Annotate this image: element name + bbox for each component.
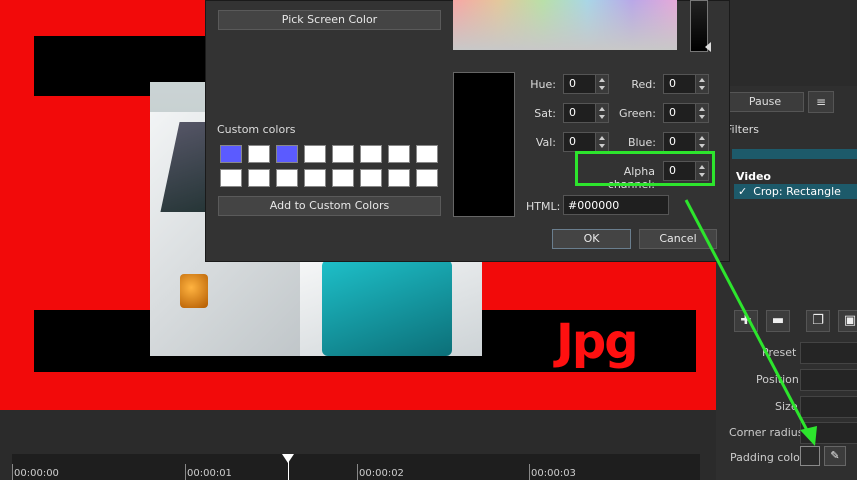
- arrow-line: [684, 199, 812, 437]
- arrow-head-icon: [800, 426, 817, 446]
- annotation-arrow: [684, 199, 817, 446]
